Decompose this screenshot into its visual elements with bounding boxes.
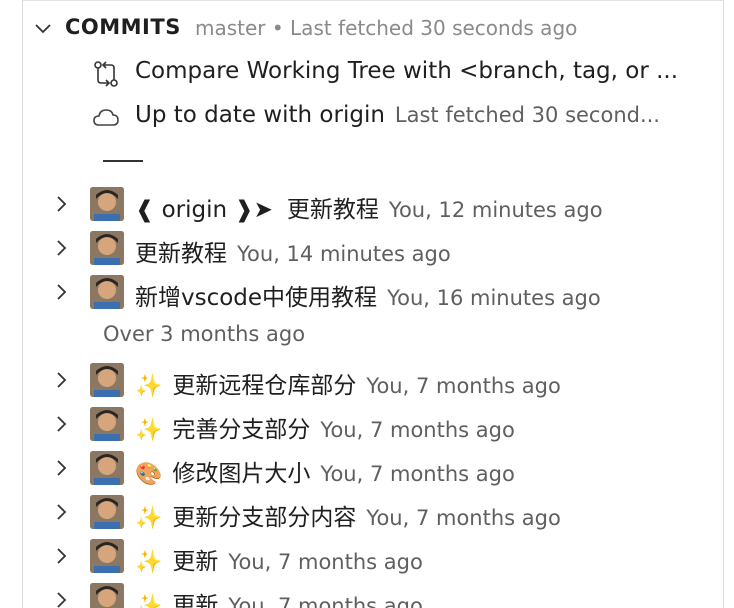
separator-row xyxy=(23,138,723,182)
cloud-icon xyxy=(93,109,119,126)
commit-message: 更新教程 xyxy=(286,197,379,223)
commit-row[interactable]: 🎨 修改图片大小 You, 7 months ago xyxy=(23,446,723,490)
sparkles-icon: ✨ xyxy=(135,418,163,443)
commit-row[interactable]: ✨ 更新远程仓库部分 You, 7 months ago xyxy=(23,358,723,402)
commit-meta: You, 16 minutes ago xyxy=(387,286,601,310)
commit-row[interactable]: 新增vscode中使用教程 You, 16 minutes ago xyxy=(23,270,723,314)
commit-message: 更新 xyxy=(172,593,219,608)
compare-working-tree-item[interactable]: Compare Working Tree with <branch, tag, … xyxy=(23,50,723,94)
chevron-right-icon[interactable] xyxy=(53,458,71,478)
commit-message: 新增vscode中使用教程 xyxy=(135,285,378,311)
commit-meta: You, 7 months ago xyxy=(366,506,561,530)
sparkles-icon: ✨ xyxy=(135,374,163,399)
art-palette-icon: 🎨 xyxy=(135,462,163,487)
commit-row[interactable]: ✨ 完善分支部分 You, 7 months ago xyxy=(23,402,723,446)
avatar xyxy=(90,495,124,529)
avatar xyxy=(90,231,124,265)
commits-section-header[interactable]: COMMITS master • Last fetched 30 seconds… xyxy=(23,7,723,51)
chevron-right-icon[interactable] xyxy=(53,194,71,214)
commit-meta: You, 7 months ago xyxy=(228,550,423,574)
sync-status-label: Up to date with origin xyxy=(135,102,385,128)
chevron-right-icon[interactable] xyxy=(53,546,71,566)
avatar xyxy=(90,539,124,573)
section-description: master • Last fetched 30 seconds ago xyxy=(195,16,578,40)
commit-row[interactable]: ✨ 更新分支部分内容 You, 7 months ago xyxy=(23,490,723,534)
avatar xyxy=(90,407,124,441)
commit-meta: You, 14 minutes ago xyxy=(237,242,451,266)
commit-message: 更新 xyxy=(172,549,219,575)
chevron-right-icon[interactable] xyxy=(53,502,71,522)
avatar xyxy=(90,275,124,309)
chevron-right-icon[interactable] xyxy=(53,414,71,434)
commit-meta: You, 7 months ago xyxy=(320,462,515,486)
commit-message: 更新远程仓库部分 xyxy=(172,373,357,399)
commit-message: 完善分支部分 xyxy=(172,417,311,443)
commits-panel: COMMITS master • Last fetched 30 seconds… xyxy=(22,0,724,608)
avatar xyxy=(90,451,124,485)
commit-row[interactable]: 更新教程 You, 14 minutes ago xyxy=(23,226,723,270)
chevron-right-icon[interactable] xyxy=(53,590,71,608)
chevron-down-icon[interactable] xyxy=(33,19,53,39)
date-group-label: Over 3 months ago xyxy=(103,322,306,346)
avatar xyxy=(90,583,124,608)
commit-row[interactable]: ❰ origin ❱➤ 更新教程 You, 12 minutes ago xyxy=(23,182,723,226)
commit-meta: You, 7 months ago xyxy=(228,594,423,608)
date-group-header: Over 3 months ago xyxy=(23,314,723,358)
sync-status-item[interactable]: Up to date with origin Last fetched 30 se… xyxy=(23,94,723,138)
commit-row[interactable]: ✨ 更新 You, 7 months ago xyxy=(23,578,723,608)
commit-meta: You, 7 months ago xyxy=(366,374,561,398)
chevron-right-icon[interactable] xyxy=(53,238,71,258)
sync-status-meta: Last fetched 30 second... xyxy=(394,103,660,127)
sparkles-icon: ✨ xyxy=(135,506,163,531)
commit-message: 更新分支部分内容 xyxy=(172,505,357,531)
avatar xyxy=(90,187,124,221)
commit-row[interactable]: ✨ 更新 You, 7 months ago xyxy=(23,534,723,578)
sparkles-icon: ✨ xyxy=(135,550,163,575)
commit-meta: You, 12 minutes ago xyxy=(388,198,603,222)
sparkles-icon: ✨ xyxy=(135,594,163,608)
section-title: COMMITS xyxy=(65,15,181,39)
chevron-right-icon[interactable] xyxy=(53,370,71,390)
separator xyxy=(103,160,143,162)
commit-message: 修改图片大小 xyxy=(172,461,311,487)
commit-meta: You, 7 months ago xyxy=(320,418,515,442)
commit-message: 更新教程 xyxy=(135,241,227,267)
git-compare-icon xyxy=(94,61,118,87)
avatar xyxy=(90,363,124,397)
commit-ref-tag: ❰ origin ❱➤ xyxy=(135,197,273,223)
chevron-right-icon[interactable] xyxy=(53,282,71,302)
compare-label: Compare Working Tree with <branch, tag, … xyxy=(135,58,679,84)
